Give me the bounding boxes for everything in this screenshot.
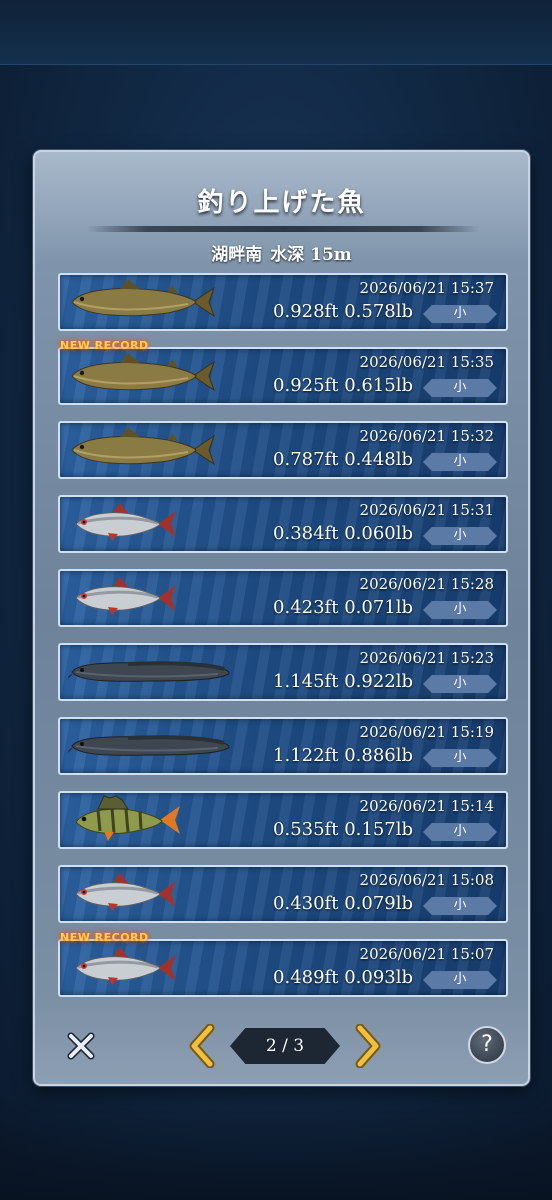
roach-icon — [68, 499, 238, 549]
catch-row[interactable]: 2026/06/21 15:14 0.535ft 0.157lb 小 — [58, 791, 508, 849]
catch-length: 0.423ft — [273, 597, 339, 618]
catch-length: 0.489ft — [273, 967, 339, 988]
close-icon — [67, 1032, 95, 1060]
catch-row[interactable]: 2026/06/21 15:08 0.430ft 0.079lb 小 — [58, 865, 508, 923]
roach-icon — [68, 573, 238, 623]
chevron-left-icon — [189, 1023, 215, 1069]
roach-icon — [68, 869, 238, 919]
catch-measurement: 0.925ft 0.615lb — [273, 375, 413, 396]
next-page-button[interactable] — [352, 1023, 382, 1069]
size-badge: 小 — [423, 305, 497, 323]
trout-icon — [68, 351, 238, 401]
new-record-badge: NEW RECORD — [60, 931, 149, 944]
size-badge: 小 — [423, 971, 497, 989]
help-button[interactable]: ? — [468, 1026, 506, 1064]
size-badge: 小 — [423, 601, 497, 619]
catch-datetime: 2026/06/21 15:07 — [359, 945, 494, 963]
catch-length: 0.384ft — [273, 523, 339, 544]
catch-length: 0.925ft — [273, 375, 339, 396]
prev-page-button[interactable] — [188, 1023, 218, 1069]
water-depth: 水深 15m — [270, 245, 352, 265]
catch-measurement: 0.384ft 0.060lb — [273, 523, 413, 544]
catch-datetime: 2026/06/21 15:08 — [359, 871, 494, 889]
catch-list: 2026/06/21 15:37 0.928ft 0.578lb 小 2026/06/… — [58, 273, 508, 1013]
catch-row[interactable]: 2026/06/21 15:32 0.787ft 0.448lb 小 — [58, 421, 508, 479]
size-badge: 小 — [423, 527, 497, 545]
catch-datetime: 2026/06/21 15:19 — [359, 723, 494, 741]
catch-weight: 0.448lb — [344, 449, 413, 470]
catch-length: 1.145ft — [273, 671, 339, 692]
title-divider — [87, 226, 480, 232]
dialog-title: 釣り上げた魚 — [197, 188, 366, 218]
size-badge: 小 — [423, 749, 497, 767]
catch-measurement: 0.423ft 0.071lb — [273, 597, 413, 618]
caught-fish-dialog: 釣り上げた魚 湖畔南 水深 15m 2026/06/21 15:37 0.928ft… — [33, 150, 530, 1086]
catch-measurement: 0.928ft 0.578lb — [273, 301, 413, 322]
catch-weight: 0.578lb — [344, 301, 413, 322]
page-indicator: 2 / 3 — [230, 1028, 340, 1064]
catch-measurement: 0.489ft 0.093lb — [273, 967, 413, 988]
burbot-icon — [65, 647, 238, 697]
catch-datetime: 2026/06/21 15:31 — [359, 501, 494, 519]
catch-weight: 0.071lb — [344, 597, 413, 618]
catch-weight: 0.060lb — [344, 523, 413, 544]
new-record-badge: NEW RECORD — [60, 339, 149, 352]
catch-row[interactable]: 2026/06/21 15:37 0.928ft 0.578lb 小 — [58, 273, 508, 331]
catch-datetime: 2026/06/21 15:37 — [359, 279, 494, 297]
catch-datetime: 2026/06/21 15:23 — [359, 649, 494, 667]
background-shade — [0, 1090, 552, 1200]
perch-icon — [68, 795, 238, 845]
size-badge: 小 — [423, 897, 497, 915]
catch-datetime: 2026/06/21 15:14 — [359, 797, 494, 815]
catch-weight: 0.615lb — [344, 375, 413, 396]
close-button[interactable] — [61, 1026, 101, 1066]
catch-length: 0.535ft — [273, 819, 339, 840]
size-badge: 小 — [423, 453, 497, 471]
chevron-right-icon — [355, 1023, 381, 1069]
catch-measurement: 0.430ft 0.079lb — [273, 893, 413, 914]
catch-weight: 0.886lb — [344, 745, 413, 766]
catch-row[interactable]: 2026/06/21 15:28 0.423ft 0.071lb 小 — [58, 569, 508, 627]
catch-length: 0.787ft — [273, 449, 339, 470]
catch-length: 0.928ft — [273, 301, 339, 322]
catch-row[interactable]: 2026/06/21 15:31 0.384ft 0.060lb 小 — [58, 495, 508, 553]
catch-weight: 0.922lb — [344, 671, 413, 692]
catch-row[interactable]: 2026/06/21 15:07 0.489ft 0.093lb 小 NEW RECO… — [58, 931, 508, 997]
catch-weight: 0.157lb — [344, 819, 413, 840]
catch-datetime: 2026/06/21 15:32 — [359, 427, 494, 445]
catch-measurement: 1.145ft 0.922lb — [273, 671, 413, 692]
location-info: 湖畔南 水深 15m — [35, 240, 528, 265]
catch-measurement: 0.535ft 0.157lb — [273, 819, 413, 840]
catch-row[interactable]: 2026/06/21 15:19 1.122ft 0.886lb 小 — [58, 717, 508, 775]
trout-icon — [68, 277, 238, 327]
catch-row[interactable]: 2026/06/21 15:35 0.925ft 0.615lb 小 NEW RECO… — [58, 339, 508, 405]
burbot-icon — [65, 721, 238, 771]
catch-measurement: 0.787ft 0.448lb — [273, 449, 413, 470]
size-badge: 小 — [423, 379, 497, 397]
catch-datetime: 2026/06/21 15:28 — [359, 575, 494, 593]
roach-icon — [68, 943, 238, 993]
size-badge: 小 — [423, 675, 497, 693]
top-bar — [0, 0, 552, 65]
catch-row[interactable]: 2026/06/21 15:23 1.145ft 0.922lb 小 — [58, 643, 508, 701]
catch-measurement: 1.122ft 0.886lb — [273, 745, 413, 766]
catch-length: 0.430ft — [273, 893, 339, 914]
location-name: 湖畔南 — [211, 245, 263, 265]
trout-icon — [68, 425, 238, 475]
catch-weight: 0.093lb — [344, 967, 413, 988]
catch-weight: 0.079lb — [344, 893, 413, 914]
catch-datetime: 2026/06/21 15:35 — [359, 353, 494, 371]
size-badge: 小 — [423, 823, 497, 841]
catch-length: 1.122ft — [273, 745, 339, 766]
